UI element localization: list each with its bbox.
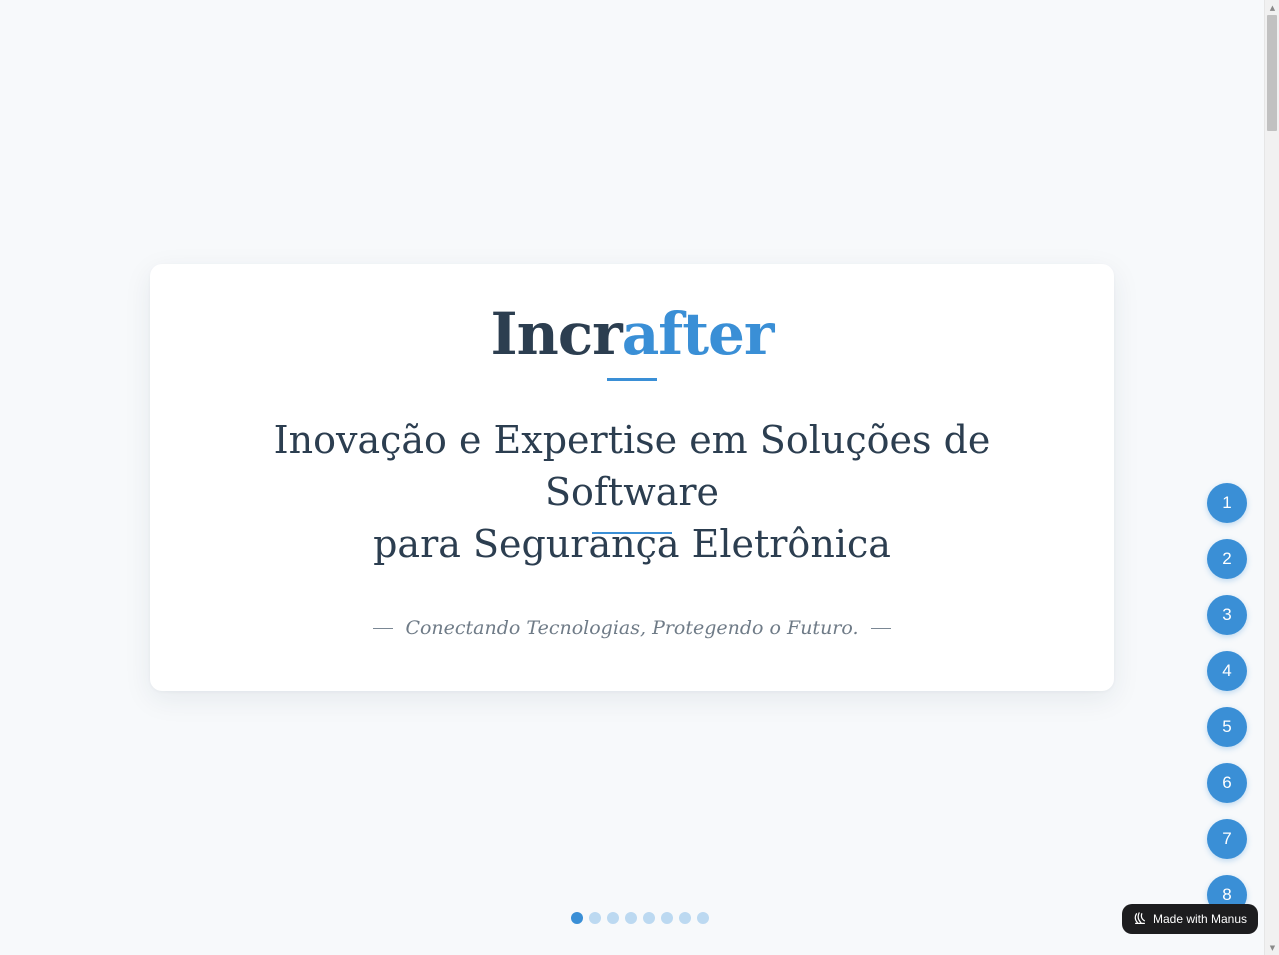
headline-underline	[592, 532, 672, 534]
slide-nav-button-2[interactable]: 2	[1207, 539, 1247, 579]
slide-nav-button-1[interactable]: 1	[1207, 483, 1247, 523]
scroll-up-arrow-icon[interactable]: ▲	[1265, 0, 1279, 15]
slide-dots	[571, 912, 709, 924]
pagination-dot-7[interactable]	[679, 912, 691, 924]
slide-nav-button-5[interactable]: 5	[1207, 707, 1247, 747]
tagline-row: Conectando Tecnologias, Protegendo o Fut…	[150, 614, 1114, 642]
slide-headline: Inovação e Expertise em Soluções de Soft…	[190, 414, 1074, 570]
slide-nav-button-4[interactable]: 4	[1207, 651, 1247, 691]
presentation-viewport: Incrafter Inovação e Expertise em Soluçõ…	[0, 0, 1264, 955]
slide-nav-button-3[interactable]: 3	[1207, 595, 1247, 635]
brand-title-part2: after	[621, 300, 775, 368]
pagination-dot-8[interactable]	[697, 912, 709, 924]
pagination-dot-3[interactable]	[607, 912, 619, 924]
headline-line-2: para Segurança Eletrônica	[373, 522, 891, 566]
pagination-dot-1[interactable]	[571, 912, 583, 924]
slide-nav-button-7[interactable]: 7	[1207, 819, 1247, 859]
brand-title-part1: Incr	[490, 300, 623, 368]
tagline: Conectando Tecnologias, Protegendo o Fut…	[405, 617, 859, 639]
badge-label: Made with Manus	[1152, 912, 1248, 926]
tagline-dash-left	[373, 627, 394, 629]
headline-line-1: Inovação e Expertise em Soluções de Soft…	[273, 418, 991, 514]
tagline-dash-right	[870, 627, 891, 629]
vertical-scrollbar[interactable]: ▲ ▼	[1264, 0, 1279, 955]
slide-nav-button-6[interactable]: 6	[1207, 763, 1247, 803]
manus-logo-icon	[1134, 912, 1145, 924]
pagination-dot-2[interactable]	[589, 912, 601, 924]
brand-underline	[607, 378, 657, 381]
pagination-dot-4[interactable]	[625, 912, 637, 924]
pagination-dot-6[interactable]	[661, 912, 673, 924]
title-slide-card: Incrafter Inovação e Expertise em Soluçõ…	[150, 264, 1114, 691]
pagination-dot-5[interactable]	[643, 912, 655, 924]
made-with-manus-badge[interactable]: Made with Manus	[1122, 904, 1258, 934]
scrollbar-thumb[interactable]	[1267, 15, 1277, 131]
brand-title: Incrafter	[150, 300, 1114, 370]
scroll-down-arrow-icon[interactable]: ▼	[1265, 940, 1279, 955]
